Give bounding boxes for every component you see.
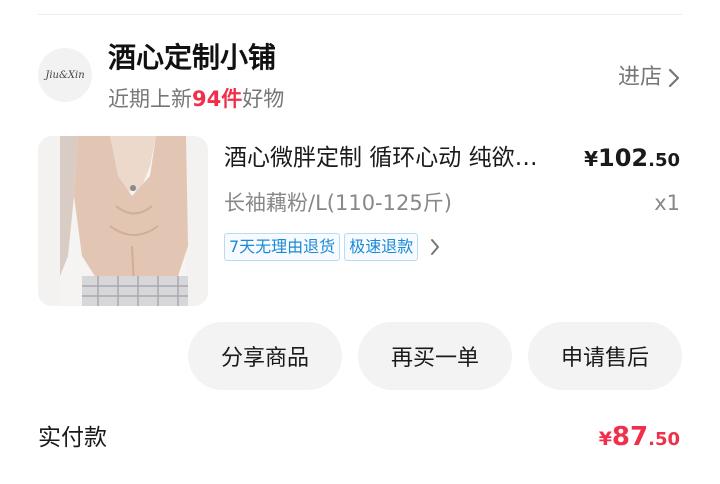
store-subtitle-suffix: 好物 [242,87,285,111]
payment-integer: 87 [611,422,649,452]
store-logo[interactable]: Jiu&Xin [38,48,92,102]
price-currency: ¥ [584,147,598,171]
price-integer: 102 [598,144,649,172]
store-logo-text: Jiu&Xin [45,69,85,81]
product-title[interactable]: 酒心微胖定制 循环心动 纯欲风露肩针织上衣 [224,138,554,178]
store-subtitle: 近期上新94件好物 [108,82,284,116]
tag-return-policy: 7天无理由退货 [224,233,341,261]
enter-store-button[interactable]: 进店 [618,60,680,96]
new-count: 94件 [192,87,243,111]
share-product-button[interactable]: 分享商品 [188,322,342,390]
buy-again-button[interactable]: 再买一单 [358,322,512,390]
chevron-right-icon [668,68,680,88]
product-quantity: x1 [654,191,680,215]
order-card: Jiu&Xin 酒心定制小铺 近期上新94件好物 进店 酒心微胖定制 循环心动 … [0,0,720,484]
after-sale-button[interactable]: 申请售后 [528,322,682,390]
product-image[interactable] [38,136,208,306]
store-name[interactable]: 酒心定制小铺 [108,38,276,78]
product-price: ¥102.50 [584,138,680,181]
enter-store-label: 进店 [617,65,662,90]
tag-fast-refund: 极速退款 [344,233,419,261]
payment-decimal: .50 [648,429,680,450]
price-decimal: .50 [648,150,680,171]
payment-amount: ¥87.50 [599,417,680,460]
service-tags[interactable]: 7天无理由退货 极速退款 [224,233,440,261]
payment-currency: ¥ [598,428,612,450]
payment-label: 实付款 [38,425,107,451]
chevron-right-icon [430,238,440,256]
divider [38,14,682,15]
store-subtitle-prefix: 近期上新 [108,87,192,111]
product-spec: 长袖藕粉/L(110-125斤) [224,191,452,215]
